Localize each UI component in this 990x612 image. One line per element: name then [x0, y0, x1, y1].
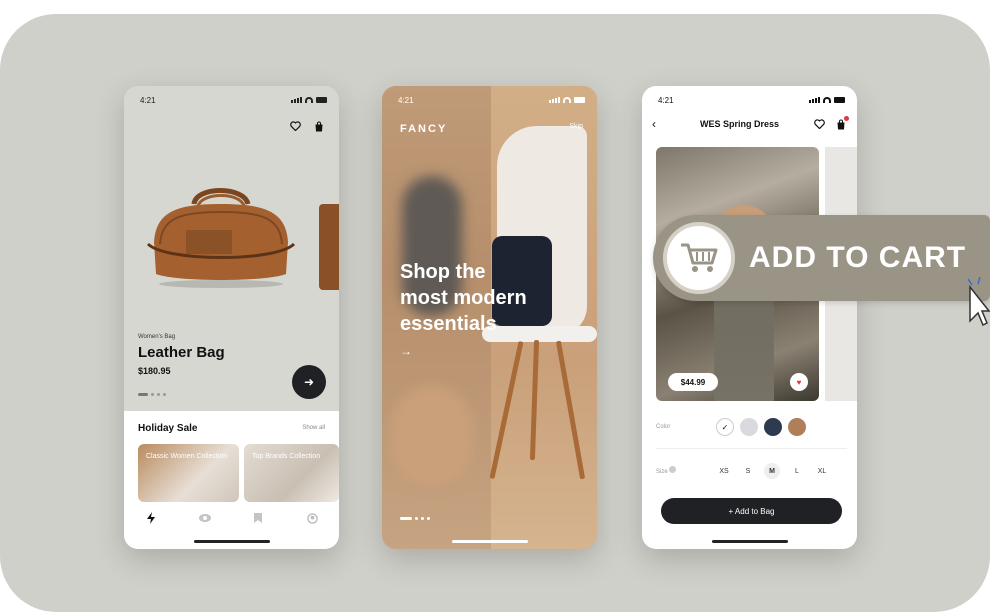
color-label: Color	[656, 424, 671, 430]
size-option-selected[interactable]: M	[764, 463, 780, 479]
product-price: $180.95	[138, 366, 171, 376]
product-title: Leather Bag	[138, 344, 225, 361]
home-indicator	[193, 540, 270, 543]
eye-icon[interactable]	[198, 511, 212, 525]
add-to-cart-label: ADD TO CART	[749, 241, 967, 274]
price-pill: $44.99	[668, 373, 718, 391]
wifi-icon	[305, 97, 313, 103]
back-chevron-icon[interactable]: ‹	[652, 117, 666, 131]
home-indicator	[711, 540, 788, 543]
heart-icon[interactable]	[289, 120, 301, 132]
section-title: Holiday Sale	[138, 423, 198, 434]
leather-bag-image	[146, 188, 296, 288]
heart-icon[interactable]	[813, 118, 825, 130]
info-icon[interactable]	[669, 466, 677, 473]
hero-line: Shop the	[400, 261, 486, 283]
hero-line: most modern	[400, 287, 527, 309]
home-indicator	[451, 540, 528, 543]
mouse-cursor-icon	[968, 277, 990, 327]
add-to-bag-button[interactable]: + Add to Bag	[661, 498, 842, 524]
collection-tile-classic[interactable]: Classic Women Collection	[138, 444, 239, 502]
battery-icon	[834, 97, 845, 103]
product-category: Women's Bag	[138, 334, 176, 340]
profile-icon[interactable]	[305, 511, 319, 525]
favorite-heart-icon[interactable]: ♥	[790, 373, 808, 391]
arrow-right-icon[interactable]: →	[400, 344, 412, 358]
cart-icon	[663, 222, 735, 294]
arrow-right-icon: ➜	[303, 375, 315, 389]
color-swatch-white[interactable]: ✓	[716, 418, 734, 436]
battery-icon	[316, 97, 327, 103]
phone-product-screen: 4:21 Women's Bag Leather Bag $180.95 ➜ H…	[124, 86, 339, 549]
status-time: 4:21	[398, 95, 414, 105]
size-option[interactable]: L	[789, 463, 805, 479]
next-arrow-button[interactable]: ➜	[292, 365, 326, 399]
status-time: 4:21	[658, 95, 674, 105]
status-bar: 4:21	[658, 94, 845, 106]
tile-label: Top Brands Collection	[252, 453, 321, 460]
notification-dot	[844, 116, 849, 121]
bookmark-icon[interactable]	[251, 511, 265, 525]
bolt-icon[interactable]	[144, 511, 158, 525]
size-option[interactable]: XS	[716, 463, 732, 479]
battery-icon	[574, 97, 585, 103]
tile-label: Classic Women Collection	[146, 453, 228, 460]
color-swatch-grey[interactable]	[740, 418, 758, 436]
bottom-tab-bar	[124, 505, 339, 531]
skip-link[interactable]: Skip	[569, 123, 583, 130]
detail-header: ‹ WES Spring Dress	[652, 116, 849, 132]
hero-headline: Shop the most modern essentials	[400, 259, 570, 337]
status-bar: 4:21	[140, 94, 327, 106]
show-all-link[interactable]: Show all	[302, 425, 325, 431]
carousel-dots	[138, 393, 166, 396]
size-option[interactable]: S	[740, 463, 756, 479]
page-title: WES Spring Dress	[699, 119, 780, 129]
collection-tile-brands[interactable]: Top Brands Collection	[244, 444, 339, 502]
carousel-dots	[400, 517, 430, 520]
phone-onboarding-screen: 4:21 FANCY Skip Shop the most modern ess…	[382, 86, 597, 549]
size-label: Size	[656, 466, 677, 475]
next-product-peek[interactable]	[319, 204, 339, 290]
signal-icon	[809, 97, 820, 103]
wifi-icon	[563, 97, 571, 103]
divider	[656, 448, 847, 449]
add-to-cart-banner[interactable]: ADD TO CART	[653, 215, 990, 301]
color-swatch-tan[interactable]	[788, 418, 806, 436]
hero-line: essentials	[400, 313, 497, 335]
status-bar: 4:21	[398, 94, 585, 106]
phone-detail-screen: 4:21 ‹ WES Spring Dress $44.99 ♥ Color ✓…	[642, 86, 857, 549]
signal-icon	[549, 97, 560, 103]
color-swatch-navy[interactable]	[764, 418, 782, 436]
shopping-bag-icon[interactable]	[313, 120, 325, 132]
status-time: 4:21	[140, 95, 156, 105]
signal-icon	[291, 97, 302, 103]
size-option[interactable]: XL	[814, 463, 830, 479]
shopping-bag-icon[interactable]	[835, 116, 849, 130]
wifi-icon	[823, 97, 831, 103]
brand-logo: FANCY	[400, 123, 448, 135]
